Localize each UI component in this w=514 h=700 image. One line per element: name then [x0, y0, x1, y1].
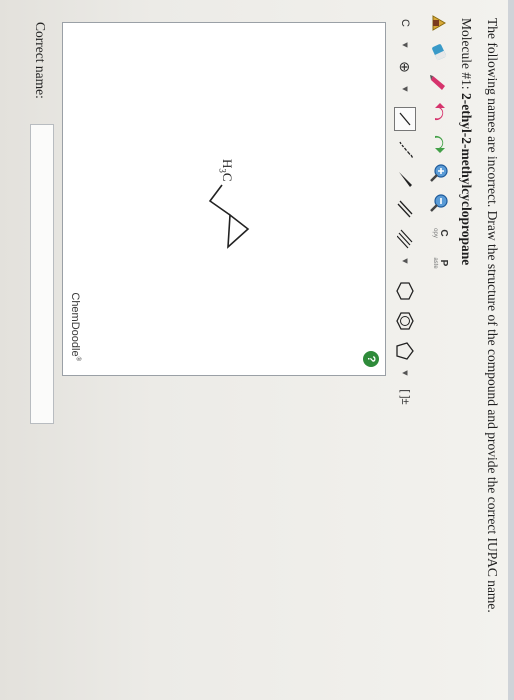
- brackets-charge-label: [ ]±: [399, 389, 411, 405]
- molecule-name: 2-ethyl-2-methylcyclopropane: [459, 92, 474, 266]
- logo-text: ChemDoodle: [69, 292, 81, 357]
- double-bond-icon: [397, 200, 413, 218]
- ring-hexagon-button[interactable]: [393, 278, 417, 304]
- paste-button[interactable]: P aste: [427, 250, 451, 276]
- wedge-bond-button[interactable]: [393, 166, 417, 192]
- benzene-icon: [396, 312, 414, 330]
- paste-sub: aste: [432, 257, 438, 269]
- methyl-label: H3C: [217, 159, 235, 182]
- zoom-in-icon[interactable]: [427, 160, 451, 186]
- copy-sub: opy: [432, 228, 438, 238]
- molecule-prefix: Molecule #1:: [459, 18, 474, 90]
- bond-dropdown-icon[interactable]: ▼: [393, 256, 417, 266]
- help-symbol: ?: [365, 355, 377, 363]
- copy-letter: C: [438, 229, 449, 237]
- charge-button[interactable]: ⊕: [393, 54, 417, 80]
- element-button[interactable]: C: [393, 10, 417, 36]
- logo-mark: ®: [74, 356, 81, 361]
- hashed-bond-icon: [399, 141, 413, 158]
- question-instructions: The following names are incorrect. Draw …: [485, 18, 500, 613]
- correct-name-input[interactable]: [30, 124, 54, 424]
- brackets-charge-button[interactable]: [ ]±: [393, 382, 417, 412]
- alkyl-chain: [208, 184, 231, 216]
- molecule-line: Molecule #1: 2-ethyl-2-methylcyclopropan…: [458, 18, 474, 265]
- ring-benzene-button[interactable]: [393, 308, 417, 334]
- charge-dropdown-icon[interactable]: ▼: [393, 84, 417, 94]
- cyclopropane-ring: [227, 213, 250, 249]
- ring-pentagon-button[interactable]: [393, 338, 417, 364]
- drawing-canvas[interactable]: ? H3C ChemDoodle®: [62, 22, 386, 376]
- top-strip: [508, 0, 514, 700]
- toolbar-top: C opy P aste: [424, 10, 454, 276]
- triple-bond-icon: [397, 229, 413, 249]
- ring-dropdown-icon[interactable]: ▼: [393, 368, 417, 378]
- erase-icon[interactable]: [427, 40, 451, 66]
- double-bond-button[interactable]: [393, 196, 417, 222]
- clear-icon[interactable]: [427, 10, 451, 36]
- pentagon-icon: [396, 342, 414, 360]
- toolbar-bottom: C ▼ ⊕ ▼ ▼ ▼ []±: [390, 10, 420, 412]
- correct-name-label: Correct name:: [33, 22, 48, 99]
- question-panel: The following names are incorrect. Draw …: [0, 0, 514, 700]
- marker-icon[interactable]: [427, 70, 451, 96]
- chemdoodle-logo: ChemDoodle®: [69, 292, 81, 361]
- hexagon-icon: [396, 282, 414, 300]
- single-bond-button[interactable]: [393, 106, 417, 132]
- undo-icon[interactable]: [427, 100, 451, 126]
- hashed-bond-button[interactable]: [393, 136, 417, 162]
- wedge-bond-icon: [399, 172, 412, 187]
- help-icon[interactable]: ?: [363, 351, 379, 367]
- element-label: C: [399, 19, 411, 27]
- redo-icon[interactable]: [427, 130, 451, 156]
- triple-bond-button[interactable]: [393, 226, 417, 252]
- single-bond-icon: [394, 107, 416, 131]
- zoom-out-icon[interactable]: [427, 190, 451, 216]
- paste-letter: P: [438, 259, 449, 267]
- element-dropdown-icon[interactable]: ▼: [393, 40, 417, 50]
- charge-symbol: ⊕: [397, 61, 414, 73]
- copy-button[interactable]: C opy: [427, 220, 451, 246]
